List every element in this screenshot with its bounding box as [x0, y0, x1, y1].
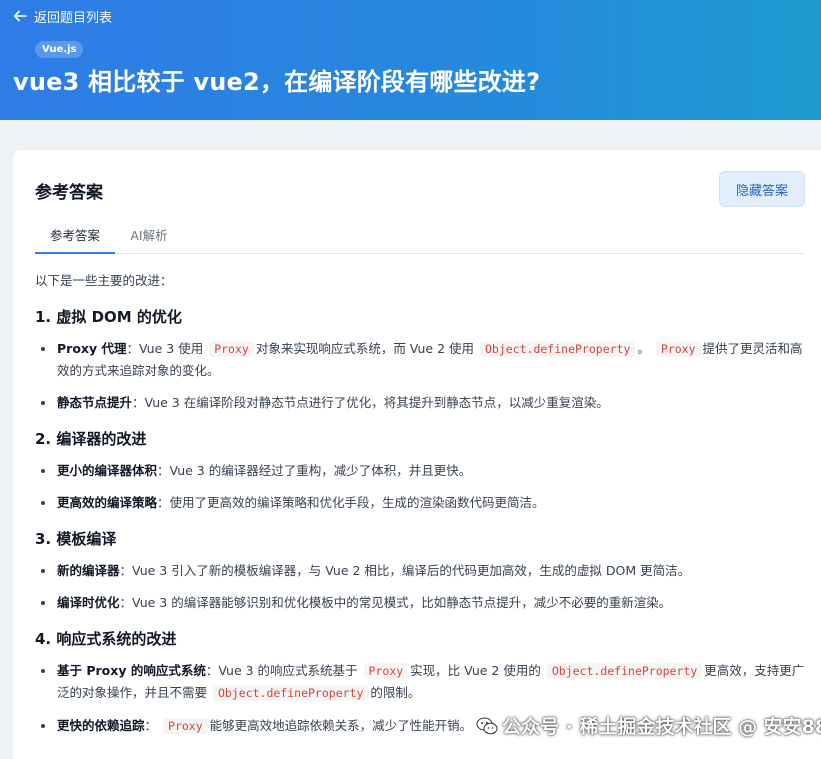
item-lead: 编译时优化 [57, 595, 120, 610]
list-item: 新的编译器：Vue 3 引入了新的模板编译器，与 Vue 2 相比，编译后的代码… [35, 560, 810, 581]
inline-code: Proxy [163, 718, 208, 734]
back-link-label: 返回题目列表 [34, 10, 113, 26]
back-to-list-link[interactable]: 返回题目列表 [12, 6, 112, 26]
list-item: 更小的编译器体积：Vue 3 的编译器经过了重构，减少了体积，并且更快。 [35, 460, 810, 481]
inline-code: Object.defineProperty [480, 341, 636, 357]
card-title: 参考答案 [35, 183, 103, 203]
item-text: ：Vue 3 的编译器能够识别和优化模板中的常见模式，比如静态节点提升，减少不必… [119, 595, 672, 610]
item-text: ：Vue 3 的编译器经过了重构，减少了体积，并且更快。 [157, 463, 472, 478]
item-lead: 基于 Proxy 的响应式系统 [57, 663, 206, 678]
list-item: 基于 Proxy 的响应式系统：Vue 3 的响应式系统基于 Proxy 实现，比… [35, 660, 810, 704]
inline-code: Object.defineProperty [546, 663, 703, 679]
inline-code: Object.defineProperty [213, 685, 369, 701]
page-title: vue3 相比较于 vue2，在编译阶段有哪些改进? [13, 68, 541, 96]
answer-intro: 以下是一些主要的改进： [35, 273, 173, 288]
inline-code: Proxy [655, 341, 701, 357]
inline-code: Proxy [209, 341, 254, 357]
list-item: 更高效的编译策略：使用了更高效的编译策略和优化手段，生成的渲染函数代码更简洁。 [35, 492, 810, 513]
section-heading: 2. 编译器的改进 [35, 430, 147, 448]
item-text: ：Vue 3 在编译阶段对静态节点进行了优化，将其提升到静态节点，以减少重复渲染… [132, 395, 609, 410]
item-text: 对象来实现响应式系统，而 Vue 2 使用 [255, 341, 475, 356]
item-text: ：Vue 3 引入了新的模板编译器，与 Vue 2 相比，编译后的代码更加高效，… [119, 563, 691, 578]
list-item: 编译时优化：Vue 3 的编译器能够识别和优化模板中的常见模式，比如静态节点提升… [35, 592, 810, 613]
inline-code: Proxy [363, 663, 409, 679]
section-list: 新的编译器：Vue 3 引入了新的模板编译器，与 Vue 2 相比，编译后的代码… [35, 560, 810, 613]
item-text: ：Vue 3 的响应式系统基于 [205, 663, 358, 678]
item-text: 能够更高效地追踪依赖关系，减少了性能开销。 [209, 718, 473, 733]
item-text: ：Vue 3 使用 [126, 341, 204, 356]
item-lead: Proxy 代理 [57, 341, 127, 356]
answer-content: 以下是一些主要的改进： 1. 虚拟 DOM 的优化 Proxy 代理：Vue 3… [35, 266, 810, 748]
category-tag[interactable]: Vue.js [35, 41, 84, 58]
hide-answer-button[interactable]: 隐藏答案 [719, 171, 805, 207]
tab-reference-answer[interactable]: 参考答案 [35, 220, 115, 254]
item-lead: 更快的依赖追踪 [57, 718, 145, 733]
list-item: 静态节点提升：Vue 3 在编译阶段对静态节点进行了优化，将其提升到静态节点，以… [35, 392, 810, 413]
watermark-text: 公众号 · 稀土掘金技术社区 @ 安安8808 [502, 716, 821, 738]
section-heading: 1. 虚拟 DOM 的优化 [35, 308, 182, 326]
watermark: 公众号 · 稀土掘金技术社区 @ 安安8808 [476, 712, 821, 739]
item-lead: 静态节点提升 [57, 395, 133, 410]
item-lead: 新的编译器 [57, 563, 120, 578]
section-heading: 3. 模板编译 [35, 530, 117, 548]
list-item: Proxy 代理：Vue 3 使用 Proxy 对象来实现响应式系统，而 Vue … [35, 338, 810, 381]
answer-tabs: 参考答案 AI解析 [35, 220, 805, 254]
answer-card: 参考答案 隐藏答案 参考答案 AI解析 以下是一些主要的改进： 1. 虚拟 DO… [13, 150, 821, 759]
section-list: 更小的编译器体积：Vue 3 的编译器经过了重构，减少了体积，并且更快。 更高效… [35, 460, 810, 513]
arrow-left-icon [13, 10, 27, 22]
section-list: Proxy 代理：Vue 3 使用 Proxy 对象来实现响应式系统，而 Vue … [35, 338, 810, 413]
tab-ai-analysis[interactable]: AI解析 [119, 220, 179, 254]
item-text: ：使用了更高效的编译策略和优化手段，生成的渲染函数代码更简洁。 [157, 495, 545, 510]
section-heading: 4. 响应式系统的改进 [35, 630, 177, 648]
item-text: 的限制。 [370, 685, 421, 700]
item-lead: 更小的编译器体积 [57, 463, 158, 478]
item-text: ： [144, 718, 158, 733]
item-text: 。 [637, 341, 650, 356]
item-text: 实现，比 Vue 2 使用的 [410, 663, 541, 678]
wechat-icon [476, 717, 498, 734]
item-lead: 更高效的编译策略 [57, 495, 158, 510]
page-header: 返回题目列表 Vue.js vue3 相比较于 vue2，在编译阶段有哪些改进? [0, 0, 821, 120]
